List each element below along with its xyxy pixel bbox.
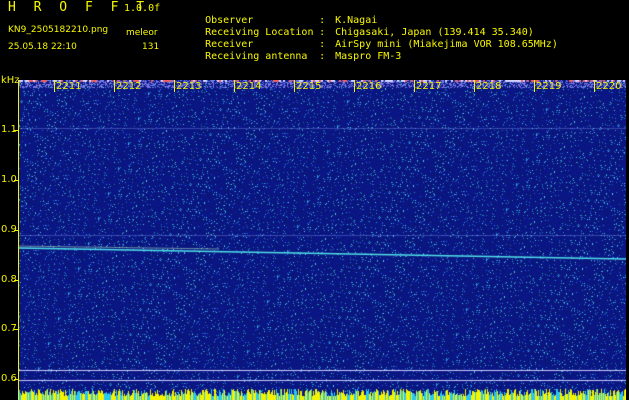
x-tick-mark <box>594 80 595 92</box>
x-tick-label: 2213 <box>176 81 202 92</box>
count-label: 131 <box>142 42 160 52</box>
y-tick-mark <box>14 280 19 281</box>
x-tick-label: 2220 <box>596 81 622 92</box>
y-tick-mark <box>14 130 19 131</box>
x-tick-mark <box>354 80 355 92</box>
y-tick-mark <box>14 180 19 181</box>
spectrogram-canvas <box>19 80 626 400</box>
x-tick-mark <box>414 80 415 92</box>
filename-label: KN9_2505182210.png <box>8 25 109 35</box>
info-separator: : <box>319 51 326 62</box>
x-tick-label: 2219 <box>536 81 562 92</box>
y-axis-line <box>18 80 19 400</box>
y-axis-unit: kHz <box>1 75 20 86</box>
x-tick-mark <box>474 80 475 92</box>
x-tick-label: 2216 <box>356 81 382 92</box>
y-tick-mark <box>14 230 19 231</box>
info-row-antenna: Receiving antenna: Maspro FM-3 <box>181 39 401 75</box>
x-tick-mark <box>174 80 175 92</box>
spectrogram-window: H R O F F T 1.0.0f KN9_2505182210.png me… <box>0 0 629 400</box>
x-tick-label: 2214 <box>236 81 262 92</box>
x-tick-label: 2218 <box>476 81 502 92</box>
info-value: Maspro FM-3 <box>335 51 402 62</box>
version-label: 1.0.0f <box>124 3 161 14</box>
datetime-label: 25.05.18 22:10 <box>8 42 77 52</box>
x-tick-label: 2212 <box>116 81 142 92</box>
spectrogram-plot <box>19 80 626 400</box>
x-tick-label: 2217 <box>416 81 442 92</box>
y-tick-mark <box>14 329 19 330</box>
x-tick-label: 2211 <box>56 81 82 92</box>
x-tick-mark <box>114 80 115 92</box>
x-tick-mark <box>534 80 535 92</box>
x-tick-label: 2215 <box>296 81 322 92</box>
info-label: Receiving antenna <box>205 51 308 62</box>
x-tick-mark <box>294 80 295 92</box>
x-tick-mark <box>234 80 235 92</box>
mode-label: meleor <box>126 28 158 38</box>
y-tick-mark <box>14 379 19 380</box>
x-tick-mark <box>54 80 55 92</box>
